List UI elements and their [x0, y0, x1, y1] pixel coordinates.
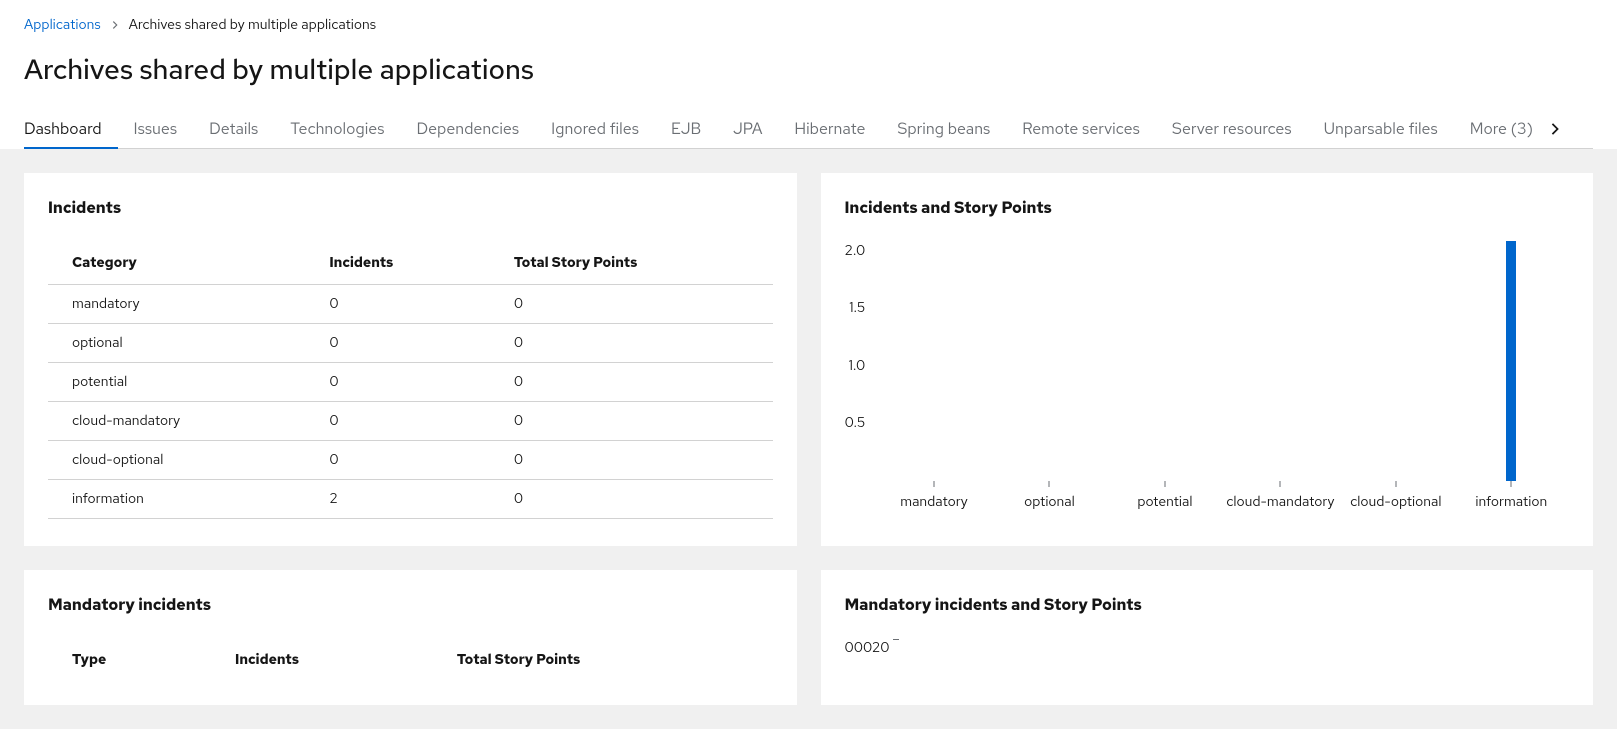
col-incidents: Incidents [305, 242, 490, 285]
tab-unparsable-files[interactable]: Unparsable files [1308, 110, 1454, 149]
table-row: optional00 [48, 324, 773, 363]
bar-wrap: cloud-optional [1338, 242, 1453, 481]
x-tick-label: mandatory [900, 493, 968, 511]
tab-remote-services[interactable]: Remote services [1006, 110, 1156, 149]
cell-points: 0 [490, 324, 773, 363]
cell-incidents: 2 [305, 480, 490, 519]
card-title-incidents-chart: Incidents and Story Points [845, 197, 1570, 218]
table-row: cloud-mandatory00 [48, 402, 773, 441]
x-tick-label: potential [1137, 493, 1192, 511]
card-incidents: Incidents Category Incidents Total Story… [24, 173, 797, 546]
bar-wrap: information [1454, 242, 1569, 481]
mandatory-table: Type Incidents Total Story Points [48, 639, 773, 681]
cell-incidents: 0 [305, 402, 490, 441]
tab-dependencies[interactable]: Dependencies [400, 110, 535, 149]
tab-issues[interactable]: Issues [118, 110, 194, 149]
chart-y-label: 00020 [845, 639, 898, 659]
tabs: DashboardIssuesDetailsTechnologiesDepend… [24, 104, 1593, 149]
bar-wrap: cloud-mandatory [1223, 242, 1338, 481]
incidents-bar-chart: 2.01.51.00.5 mandatoryoptionalpotentialc… [845, 242, 1570, 522]
card-mandatory-chart: Mandatory incidents and Story Points 000… [821, 570, 1594, 705]
cell-category: information [48, 480, 305, 519]
tab-server-resources[interactable]: Server resources [1156, 110, 1308, 149]
card-mandatory-incidents: Mandatory incidents Type Incidents Total… [24, 570, 797, 705]
chevron-right-icon [111, 16, 119, 34]
y-tick-label: 2.0 [845, 242, 866, 260]
x-tick-label: optional [1024, 493, 1075, 511]
table-row: potential00 [48, 363, 773, 402]
tab-more[interactable]: More (3) [1454, 110, 1575, 149]
breadcrumb-link-applications[interactable]: Applications [24, 16, 101, 34]
bar-wrap: optional [992, 242, 1107, 481]
col-points2: Total Story Points [433, 639, 773, 681]
x-tick-label: cloud-optional [1350, 493, 1441, 511]
breadcrumb: Applications Archives shared by multiple… [24, 16, 1593, 34]
card-title-mandatory-chart: Mandatory incidents and Story Points [845, 594, 1570, 615]
cell-points: 0 [490, 480, 773, 519]
chevron-right-icon [1551, 123, 1559, 135]
x-tick-label: information [1475, 493, 1547, 511]
card-title-incidents: Incidents [48, 197, 773, 218]
tab-hibernate[interactable]: Hibernate [778, 110, 881, 149]
table-row: cloud-optional00 [48, 441, 773, 480]
cell-incidents: 0 [305, 363, 490, 402]
cell-incidents: 0 [305, 285, 490, 324]
bar-wrap: mandatory [876, 242, 991, 481]
col-category: Category [48, 242, 305, 285]
x-tick-label: cloud-mandatory [1226, 493, 1334, 511]
y-tick-label: 1.5 [849, 299, 865, 317]
card-incidents-chart: Incidents and Story Points 2.01.51.00.5 … [821, 173, 1594, 546]
card-title-mandatory: Mandatory incidents [48, 594, 773, 615]
col-points: Total Story Points [490, 242, 773, 285]
cell-points: 0 [490, 363, 773, 402]
breadcrumb-current: Archives shared by multiple applications [129, 16, 376, 34]
mandatory-bar-chart: 00020 [845, 639, 1570, 659]
cell-points: 0 [490, 441, 773, 480]
cell-incidents: 0 [305, 324, 490, 363]
cell-incidents: 0 [305, 441, 490, 480]
table-row: information20 [48, 480, 773, 519]
tab-spring-beans[interactable]: Spring beans [881, 110, 1006, 149]
tab-ejb[interactable]: EJB [655, 110, 717, 149]
incidents-table: Category Incidents Total Story Points ma… [48, 242, 773, 519]
table-row: mandatory00 [48, 285, 773, 324]
tab-jpa[interactable]: JPA [717, 110, 778, 149]
tab-dashboard[interactable]: Dashboard [24, 110, 118, 149]
cell-points: 0 [490, 285, 773, 324]
cell-category: potential [48, 363, 305, 402]
tab-details[interactable]: Details [193, 110, 274, 149]
col-incidents2: Incidents [211, 639, 433, 681]
cell-category: mandatory [48, 285, 305, 324]
col-type: Type [48, 639, 211, 681]
cell-category: cloud-mandatory [48, 402, 305, 441]
tab-technologies[interactable]: Technologies [274, 110, 400, 149]
bar-wrap: potential [1107, 242, 1222, 481]
tab-ignored-files[interactable]: Ignored files [535, 110, 655, 149]
page-title: Archives shared by multiple applications [24, 50, 1593, 88]
y-tick-label: 1.0 [849, 357, 866, 375]
cell-category: cloud-optional [48, 441, 305, 480]
y-tick-label: 0.5 [845, 414, 866, 432]
cell-category: optional [48, 324, 305, 363]
cell-points: 0 [490, 402, 773, 441]
bar [1506, 241, 1516, 481]
